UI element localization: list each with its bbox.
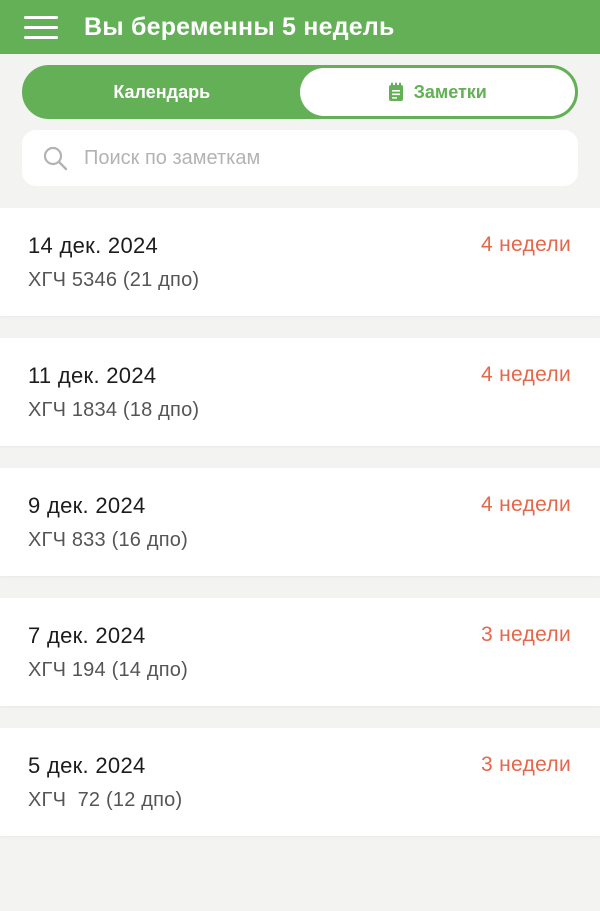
note-card[interactable]: 14 дек. 2024 ХГЧ 5346 (21 дпо) 4 недели	[0, 208, 600, 316]
note-text: ХГЧ 1834 (18 дпо)	[28, 399, 200, 421]
note-weeks: 3 недели	[481, 623, 571, 646]
note-text: ХГЧ 833 (16 дпо)	[28, 529, 188, 551]
note-card[interactable]: 7 дек. 2024 ХГЧ 194 (14 дпо) 3 недели	[0, 598, 600, 706]
note-date: 11 дек. 2024	[28, 363, 157, 388]
page-title: Вы беременны 5 недель	[84, 12, 395, 41]
note-text: ХГЧ 194 (14 дпо)	[28, 659, 188, 681]
notes-list: 14 дек. 2024 ХГЧ 5346 (21 дпо) 4 недели …	[0, 208, 600, 858]
note-weeks: 4 недели	[481, 493, 571, 516]
search-icon	[43, 146, 68, 171]
view-switcher: Календарь Заметки	[22, 65, 578, 119]
note-card[interactable]: 11 дек. 2024 ХГЧ 1834 (18 дпо) 4 недели	[0, 338, 600, 446]
search-bar[interactable]	[22, 130, 578, 186]
note-weeks: 3 недели	[481, 753, 571, 776]
search-input[interactable]	[82, 145, 546, 171]
note-text: ХГЧ 5346 (21 дпо)	[28, 269, 200, 291]
note-date: 5 дек. 2024	[28, 753, 146, 778]
controls-area: Календарь Заметки	[0, 54, 600, 208]
note-date: 7 дек. 2024	[28, 623, 146, 648]
notepad-icon	[388, 82, 403, 101]
note-weeks: 4 недели	[481, 233, 571, 256]
note-weeks: 4 недели	[481, 363, 571, 386]
hamburger-menu-icon[interactable]	[24, 15, 58, 39]
tab-notes-label: Заметки	[413, 81, 487, 102]
app-header: Вы беременны 5 недель	[0, 0, 600, 54]
note-text: ХГЧ 72 (12 дпо)	[28, 789, 183, 811]
tab-calendar[interactable]: Календарь	[24, 67, 300, 117]
tab-notes[interactable]: Заметки	[299, 68, 575, 116]
tab-calendar-label: Календарь	[113, 81, 211, 102]
note-date: 14 дек. 2024	[28, 233, 159, 258]
note-date: 9 дек. 2024	[28, 493, 146, 518]
note-card[interactable]: 5 дек. 2024 ХГЧ 72 (12 дпо) 3 недели	[0, 728, 600, 836]
note-card[interactable]: 9 дек. 2024 ХГЧ 833 (16 дпо) 4 недели	[0, 468, 600, 576]
